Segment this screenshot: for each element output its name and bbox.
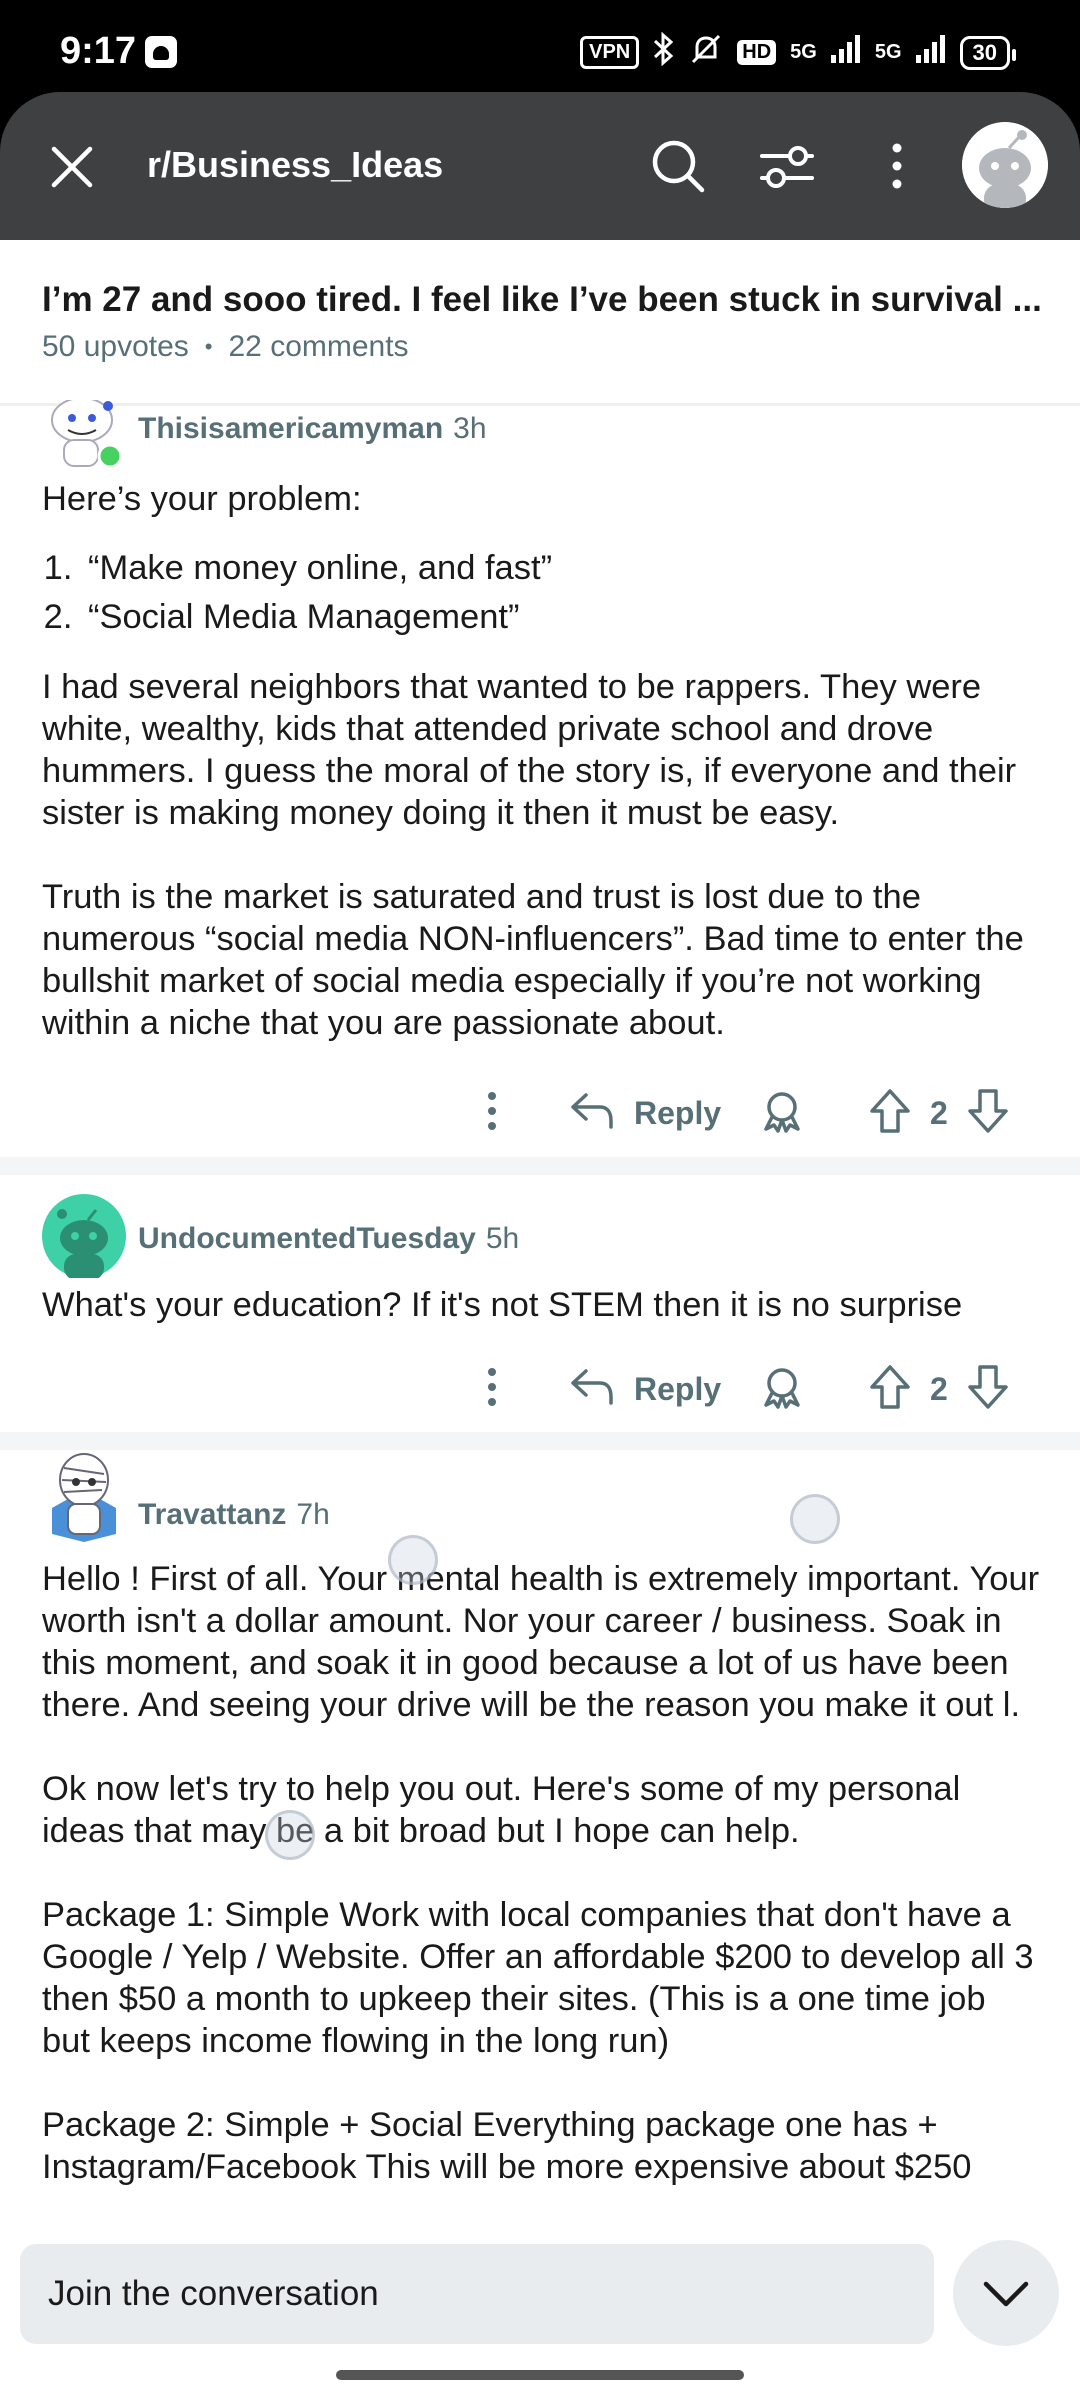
status-time: 9:17 [60, 30, 137, 72]
collapse-button[interactable] [953, 2240, 1059, 2346]
comment-paragraph: Ok now let's try to help you out. Here's… [42, 1770, 961, 1850]
signal-bars-icon [915, 35, 946, 70]
comment-paragraph: Truth is the market is saturated and tru… [42, 878, 1024, 1042]
touch-indicator [388, 1535, 438, 1585]
comment-author-name[interactable]: Thisisamericamyman [138, 412, 443, 446]
meta-separator: • [204, 334, 213, 359]
mute-bell-icon [689, 32, 723, 73]
comment-avatar[interactable] [42, 400, 122, 468]
touch-indicator [265, 1810, 315, 1860]
comment-more-icon[interactable] [480, 1087, 504, 1135]
comment-list: “Make money online, and fast” “Social Me… [42, 544, 1042, 642]
vpn-badge: VPN [580, 36, 640, 69]
comment-more-icon[interactable] [480, 1363, 504, 1411]
battery-indicator: 30 [959, 35, 1017, 70]
chevron-down-icon [983, 2281, 1029, 2307]
comment-avatar[interactable] [42, 1446, 126, 1542]
downvote-icon[interactable] [966, 1363, 1010, 1411]
upvote-icon[interactable] [868, 1363, 912, 1411]
comment-author-row: Travattanz 7h [138, 1498, 330, 1532]
comment-author-row: Thisisamericamyman 3h [138, 412, 487, 446]
comment-count: 22 comments [228, 330, 409, 363]
comment-actions: Reply 2 [460, 1081, 1020, 1141]
comment-age: 7h [296, 1498, 330, 1531]
comment-body: What's your education? If it's not STEM … [42, 1284, 1042, 1326]
comment-age: 3h [453, 412, 487, 445]
subreddit-header: r/Business_Ideas [0, 92, 1080, 240]
signal-2-label: 5G [874, 41, 902, 63]
reply-icon[interactable] [570, 1367, 614, 1407]
signal-1-label: 5G [790, 41, 817, 63]
award-icon[interactable] [760, 1365, 804, 1409]
upvote-icon[interactable] [868, 1087, 912, 1135]
reply-icon[interactable] [570, 1091, 614, 1131]
hd-badge: HD [737, 40, 777, 65]
comment-paragraph: Package 2: Simple + Social Everything pa… [42, 2106, 972, 2186]
bottom-bar [0, 2228, 1080, 2400]
comment-age: 5h [485, 1222, 520, 1255]
award-icon[interactable] [760, 1089, 804, 1133]
comment-score: 2 [930, 1095, 948, 1131]
sort-filter-icon[interactable] [758, 138, 816, 194]
list-item: “Social Media Management” [82, 593, 1042, 642]
touch-indicator [790, 1494, 840, 1544]
comment-author-row: UndocumentedTuesday 5h [138, 1222, 519, 1256]
signal-bars-icon [830, 35, 861, 70]
comment-paragraph: Hello ! First of all. Your mental health… [42, 1560, 1040, 1724]
comment-author-name[interactable]: UndocumentedTuesday [138, 1222, 476, 1256]
status-bar: 9:17 VPN HD 5G 5G 30 [0, 0, 1080, 92]
reply-button[interactable]: Reply [634, 1095, 721, 1132]
comment-body: Hello ! First of all. Your mental health… [42, 1558, 1042, 2188]
divider [0, 403, 1080, 406]
comment-separator [0, 1157, 1080, 1175]
comment-separator [0, 1432, 1080, 1450]
subreddit-name[interactable]: r/Business_Ideas [147, 144, 443, 186]
user-avatar[interactable] [962, 122, 1048, 208]
search-icon[interactable] [650, 138, 706, 194]
comment-actions: Reply 2 [460, 1357, 1020, 1417]
join-conversation-input[interactable] [20, 2244, 934, 2344]
comment-author-name[interactable]: Travattanz [138, 1498, 286, 1532]
reply-button[interactable]: Reply [634, 1371, 721, 1408]
upvote-count: 50 upvotes [42, 330, 189, 363]
comment-avatar[interactable] [42, 1194, 126, 1280]
post-meta: 50 upvotes • 22 comments [42, 330, 409, 364]
comment-paragraph: I had several neighbors that wanted to b… [42, 668, 1017, 832]
more-options-icon[interactable] [880, 138, 914, 194]
comment-paragraph: Package 1: Simple Work with local compan… [42, 1896, 1034, 2060]
bluetooth-icon [653, 31, 675, 73]
comment-body: Here’s your problem: “Make money online,… [42, 478, 1042, 1044]
close-icon[interactable] [50, 145, 94, 189]
comment-intro: Here’s your problem: [42, 480, 362, 518]
notification-app-icon [145, 36, 177, 68]
downvote-icon[interactable] [966, 1087, 1010, 1135]
home-indicator[interactable] [336, 2370, 744, 2380]
comment-paragraph: What's your education? If it's not STEM … [42, 1286, 963, 1324]
post-title[interactable]: I’m 27 and sooo tired. I feel like I’ve … [42, 280, 1042, 320]
comment-score: 2 [930, 1371, 948, 1407]
status-indicators: VPN HD 5G 5G 30 [580, 31, 1017, 73]
list-item: “Make money online, and fast” [82, 544, 1042, 593]
